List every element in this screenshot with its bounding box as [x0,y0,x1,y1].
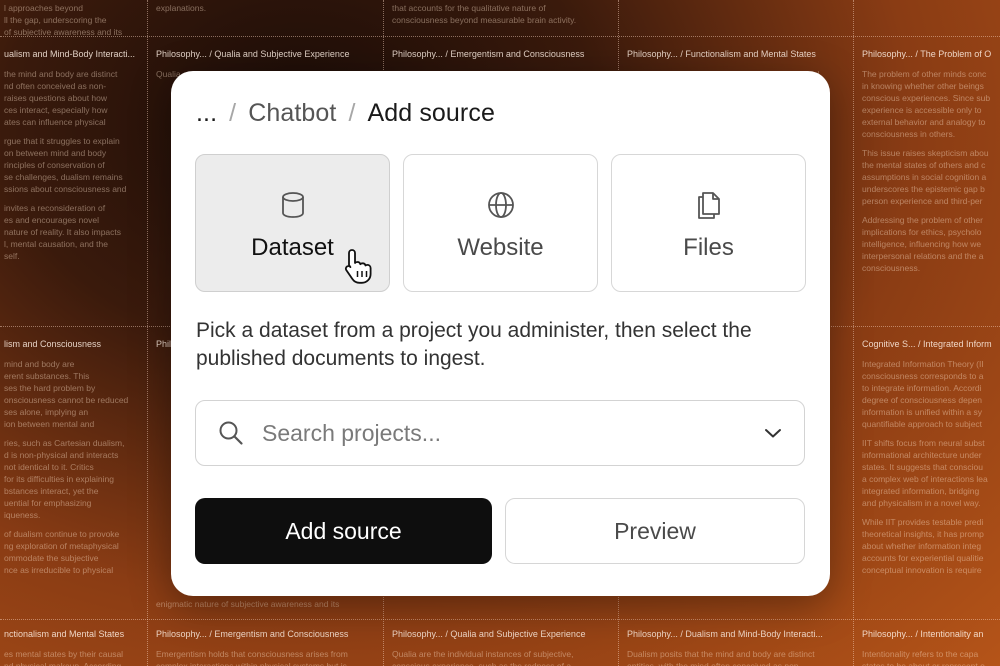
breadcrumb-parent[interactable]: Chatbot [248,99,336,128]
background-paragraph: Emergentism holds that consciousness ari… [156,649,348,666]
database-icon [281,192,304,218]
breadcrumb-separator: / [348,99,356,127]
add-source-dialog: ... / Chatbot / Add source Dataset Websi… [171,71,830,596]
breadcrumb-root[interactable]: ... [196,99,217,128]
background-breadcrumb: Philo [156,339,172,349]
background-cell: explanations. [152,0,372,36]
add-source-button[interactable]: Add source [195,498,492,564]
search-icon [219,421,243,445]
background-cell: that accounts for the qualitative nature… [388,0,608,36]
background-cell [623,0,843,36]
grid-divider [853,0,854,666]
background-cell: Philosophy... / Intentionality an Intenti… [858,622,1000,666]
background-cell: lism and Consciousness mind and body are e… [0,332,146,602]
project-search-field[interactable] [195,400,805,466]
source-option-label: Dataset [251,234,334,261]
background-paragraph: of dualism continue to provoke ng explora… [4,529,120,575]
background-paragraph: This issue raises skepticism abou the men… [862,148,989,206]
background-cell: ualism and Mind-Body Interacti... the min… [0,42,146,312]
background-breadcrumb: Philosophy... / Dualism and Mind-Body In… [627,629,823,639]
background-cell [858,0,1000,36]
source-option-label: Website [457,234,544,261]
background-paragraph: Integrated Information Theory (II conscio… [862,359,984,429]
background-breadcrumb: Philosophy... / Qualia and Subjective Ex… [156,49,350,59]
background-paragraph: es mental states by their causal nd physi… [4,649,124,666]
breadcrumb-current: Add source [367,99,495,127]
source-option-dataset[interactable]: Dataset [195,154,390,292]
source-option-label: Files [683,234,734,261]
background-breadcrumb: lism and Consciousness [4,339,102,349]
files-icon [697,192,720,219]
background-paragraph: invites a reconsideration of es and encou… [4,203,122,261]
background-paragraph: mind and body are erent substances. This s… [4,359,129,429]
background-breadcrumb: Philosophy... / Emergentism and Consciou… [392,49,585,59]
background-paragraph: The problem of other minds conc in knowin… [862,69,991,139]
source-option-files[interactable]: Files [611,154,806,292]
source-type-options: Dataset Website Files [195,154,806,292]
background-paragraph: rgue that it struggles to explain on betw… [4,136,127,194]
background-breadcrumb: Philosophy... / Intentionality an [862,629,984,639]
background-paragraph: While IIT provides testable predi theoret… [862,517,984,575]
background-text: enigmatic nature of subjective awareness… [156,599,340,609]
dialog-actions: Add source Preview [195,498,805,564]
background-paragraph: IIT shifts focus from neural subst inform… [862,438,988,508]
grid-divider [0,619,1000,620]
background-cell: Philosophy... / Qualia and Subjective Ex… [388,622,608,666]
background-breadcrumb: Philosophy... / Emergentism and Consciou… [156,629,349,639]
grid-divider [147,0,148,666]
search-input[interactable] [262,419,764,447]
background-paragraph: Dualism posits that the mind and body ar… [627,649,815,666]
background-breadcrumb: Philosophy... / The Problem of O [862,49,992,59]
preview-button[interactable]: Preview [505,498,805,564]
hand-pointer-cursor-icon [344,249,372,284]
background-breadcrumb: nctionalism and Mental States [4,629,125,639]
background-paragraph: ries, such as Cartesian dualism, d is non… [4,438,125,520]
background-breadcrumb: Philosophy... / Qualia and Subjective Ex… [392,629,586,639]
background-paragraph: the mind and body are distinct nd often c… [4,69,118,127]
background-breadcrumb: ualism and Mind-Body Interacti... [4,49,136,59]
background-cell: Philosophy... / Emergentism and Consciou… [152,622,372,666]
source-description: Pick a dataset from a project you admini… [196,319,752,370]
background-breadcrumb: Philosophy... / Functionalism and Mental… [627,49,816,59]
background-cell: Philo [152,332,172,602]
background-paragraph: explanations. [156,3,207,13]
background-cell: nctionalism and Mental States es mental s… [0,622,146,666]
grid-divider [0,36,1000,37]
breadcrumb-separator: / [229,99,237,127]
background-cell-fragment: enigmatic nature of subjective awareness… [152,598,372,614]
chevron-down-icon[interactable] [764,427,782,439]
background-paragraph: Intentionality refers to the capa states … [862,649,985,666]
background-cell: Philosophy... / Dualism and Mind-Body In… [623,622,843,666]
background-paragraph: Qualia are the individual instances of s… [392,649,574,666]
background-cell: Philosophy... / The Problem of O The prob… [858,42,1000,312]
background-paragraph: that accounts for the qualitative nature… [392,3,577,25]
background-paragraph: Addressing the problem of other implicati… [862,215,984,273]
background-breadcrumb: Cognitive S... / Integrated Inform [862,339,992,349]
source-option-website[interactable]: Website [403,154,598,292]
globe-icon [487,192,514,218]
background-cell: Cognitive S... / Integrated Inform Integr… [858,332,1000,602]
breadcrumb: ... / Chatbot / Add source [196,99,495,128]
